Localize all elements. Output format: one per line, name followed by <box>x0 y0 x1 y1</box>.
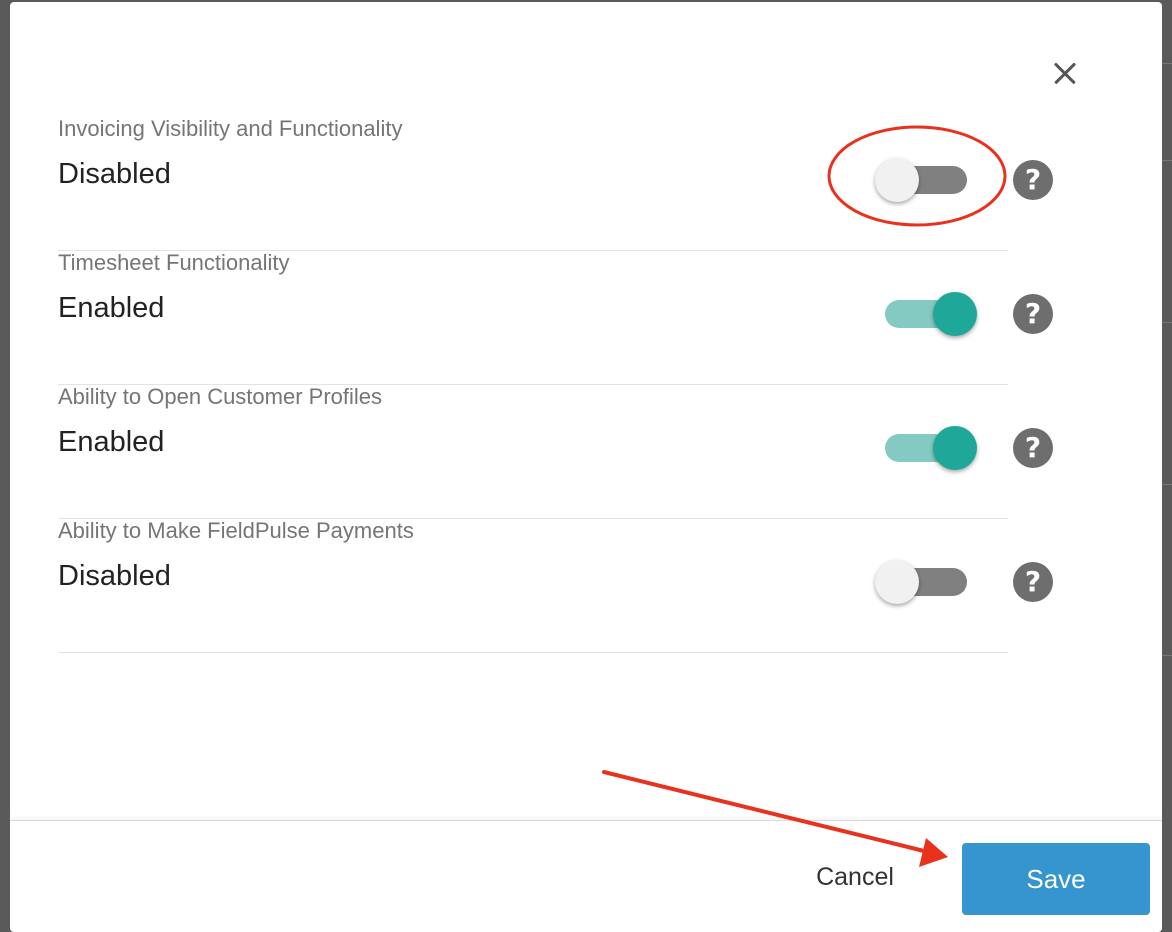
timesheet-toggle[interactable] <box>885 292 977 336</box>
setting-row-timesheet: Timesheet Functionality Enabled ? <box>58 250 1053 385</box>
setting-row-payments: Ability to Make FieldPulse Payments Disa… <box>58 518 1053 653</box>
invoicing-toggle[interactable] <box>875 158 967 202</box>
toggle-thumb <box>933 292 977 336</box>
close-icon[interactable] <box>1049 57 1081 89</box>
setting-title: Invoicing Visibility and Functionality <box>58 116 403 141</box>
setting-status: Disabled <box>58 158 171 190</box>
toggle-thumb <box>875 560 919 604</box>
setting-row-invoicing: Invoicing Visibility and Functionality D… <box>58 116 1053 251</box>
setting-status: Enabled <box>58 292 165 324</box>
payments-toggle[interactable] <box>875 560 967 604</box>
setting-row-customer-profiles: Ability to Open Customer Profiles Enable… <box>58 384 1053 519</box>
help-icon[interactable]: ? <box>1013 562 1053 602</box>
setting-status: Disabled <box>58 560 171 592</box>
customer-profiles-toggle[interactable] <box>885 426 977 470</box>
help-icon[interactable]: ? <box>1013 160 1053 200</box>
setting-title: Timesheet Functionality <box>58 250 290 275</box>
permissions-dialog: Invoicing Visibility and Functionality D… <box>10 2 1162 932</box>
setting-title: Ability to Open Customer Profiles <box>58 384 383 409</box>
help-icon[interactable]: ? <box>1013 428 1053 468</box>
save-button[interactable]: Save <box>962 843 1150 915</box>
setting-title: Ability to Make FieldPulse Payments <box>58 518 414 543</box>
dialog-footer: Cancel Save <box>10 820 1162 932</box>
setting-status: Enabled <box>58 426 165 458</box>
toggle-thumb <box>933 426 977 470</box>
toggle-thumb <box>875 158 919 202</box>
help-icon[interactable]: ? <box>1013 294 1053 334</box>
cancel-button[interactable]: Cancel <box>800 847 910 907</box>
